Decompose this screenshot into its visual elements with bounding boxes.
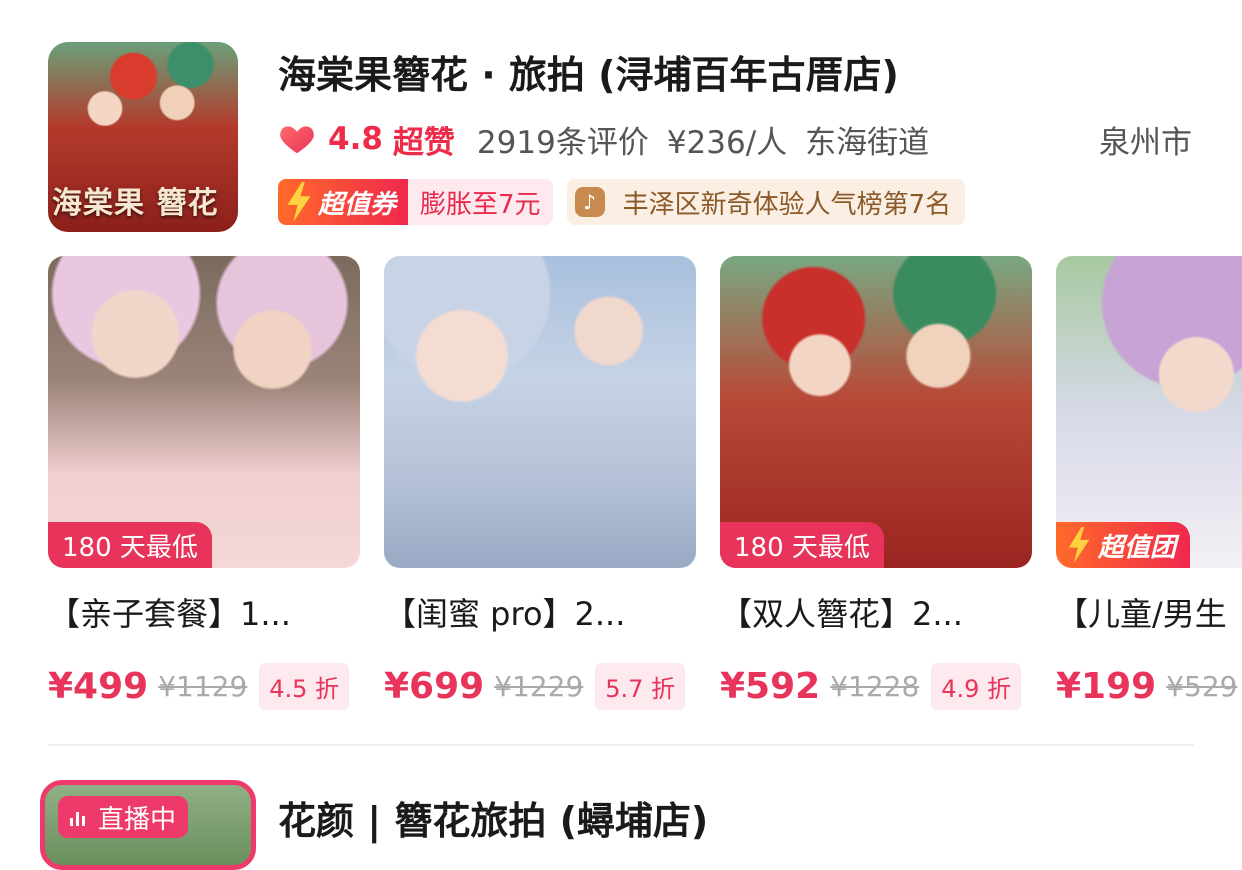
store-meta-row: 4.8 超赞 2919条评价 ¥236/人 东海街道 泉州市 — [278, 116, 1212, 162]
store-city: 泉州市 — [1099, 124, 1192, 161]
discount-badge: 4.9 折 — [931, 662, 1022, 710]
product-title: 【亲子套餐】1... — [48, 595, 291, 633]
product-card[interactable]: 超值团 【儿童/男生 ¥199 ¥529 — [1056, 256, 1242, 710]
product-image[interactable]: 超值团 — [1056, 256, 1242, 568]
product-title: 【儿童/男生 — [1056, 595, 1227, 633]
coupon-label: 超值券 — [318, 189, 397, 220]
discount-badge: 5.7 折 — [595, 662, 686, 710]
live-badge[interactable]: 直播中 — [58, 796, 189, 838]
lowest-price-ribbon: 180 天最低 — [48, 522, 212, 568]
product-carousel[interactable]: 180 天最低 【亲子套餐】1... ¥499 ¥1129 4.5 折 【闺蜜 … — [48, 256, 1242, 716]
product-card[interactable]: 180 天最低 【亲子套餐】1... ¥499 ¥1129 4.5 折 — [48, 256, 360, 710]
ribbon-label: 超值团 — [1098, 532, 1177, 563]
coupon-tag: 超值券 — [278, 179, 409, 225]
badge-row: 超值券 膨胀至7元 ♪ 丰泽区新奇体验人气榜第7名 — [278, 178, 966, 226]
product-card[interactable]: 【闺蜜 pro】2... ¥699 ¥1229 5.7 折 — [384, 256, 696, 710]
review-count[interactable]: 2919条评价 — [477, 117, 649, 162]
divider — [48, 744, 1194, 746]
product-image[interactable]: 180 天最低 — [48, 256, 360, 568]
product-prices: ¥592 ¥1228 4.9 折 — [720, 662, 1032, 710]
product-title: 【闺蜜 pro】2... — [384, 595, 626, 633]
store-logo-text: 海棠果 簪花 — [52, 186, 219, 221]
ranking-badge[interactable]: ♪ 丰泽区新奇体验人气榜第7名 — [566, 179, 966, 225]
coupon-badge[interactable]: 超值券 膨胀至7元 — [278, 179, 553, 225]
product-prices: ¥699 ¥1229 5.7 折 — [384, 662, 696, 710]
original-price: ¥1129 — [158, 669, 248, 703]
product-title: 【双人簪花】2... — [720, 595, 963, 633]
live-bars-icon — [70, 808, 88, 826]
product-image[interactable] — [384, 256, 696, 568]
current-price: ¥592 — [720, 665, 821, 707]
product-card[interactable]: 180 天最低 【双人簪花】2... ¥592 ¥1228 4.9 折 — [720, 256, 1032, 710]
douyin-icon: ♪ — [574, 187, 605, 217]
store-area: 东海街道 — [805, 124, 930, 161]
store-name[interactable]: 海棠果簪花 · 旅拍 (浔埔百年古厝店) — [278, 44, 899, 99]
original-price: ¥1228 — [830, 669, 920, 703]
original-price: ¥1229 — [494, 669, 584, 703]
product-prices: ¥499 ¥1129 4.5 折 — [48, 662, 360, 710]
rating-tag: 超赞 — [392, 124, 455, 161]
live-label: 直播中 — [98, 804, 177, 835]
lightning-icon — [287, 182, 311, 222]
store-thumbnail[interactable]: 海棠果 簪花 — [48, 42, 238, 232]
ranking-text: 丰泽区新奇体验人气榜第7名 — [622, 189, 952, 220]
coupon-text: 膨胀至7元 — [420, 189, 541, 220]
original-price: ¥529 — [1166, 669, 1238, 703]
product-prices: ¥199 ¥529 — [1056, 662, 1242, 710]
current-price: ¥699 — [384, 665, 485, 707]
rating-score: 4.8 — [328, 121, 383, 157]
lowest-price-ribbon: 180 天最低 — [720, 522, 884, 568]
value-group-ribbon: 超值团 — [1056, 522, 1191, 568]
store2-name[interactable]: 花颜 | 簪花旅拍 (蟳埔店) — [278, 790, 708, 845]
product-image[interactable]: 180 天最低 — [720, 256, 1032, 568]
heart-icon — [280, 126, 314, 154]
current-price: ¥199 — [1056, 665, 1157, 707]
discount-badge: 4.5 折 — [259, 662, 350, 710]
current-price: ¥499 — [48, 665, 149, 707]
lightning-icon — [1068, 527, 1090, 563]
price-per-person: ¥236/人 — [666, 124, 788, 161]
